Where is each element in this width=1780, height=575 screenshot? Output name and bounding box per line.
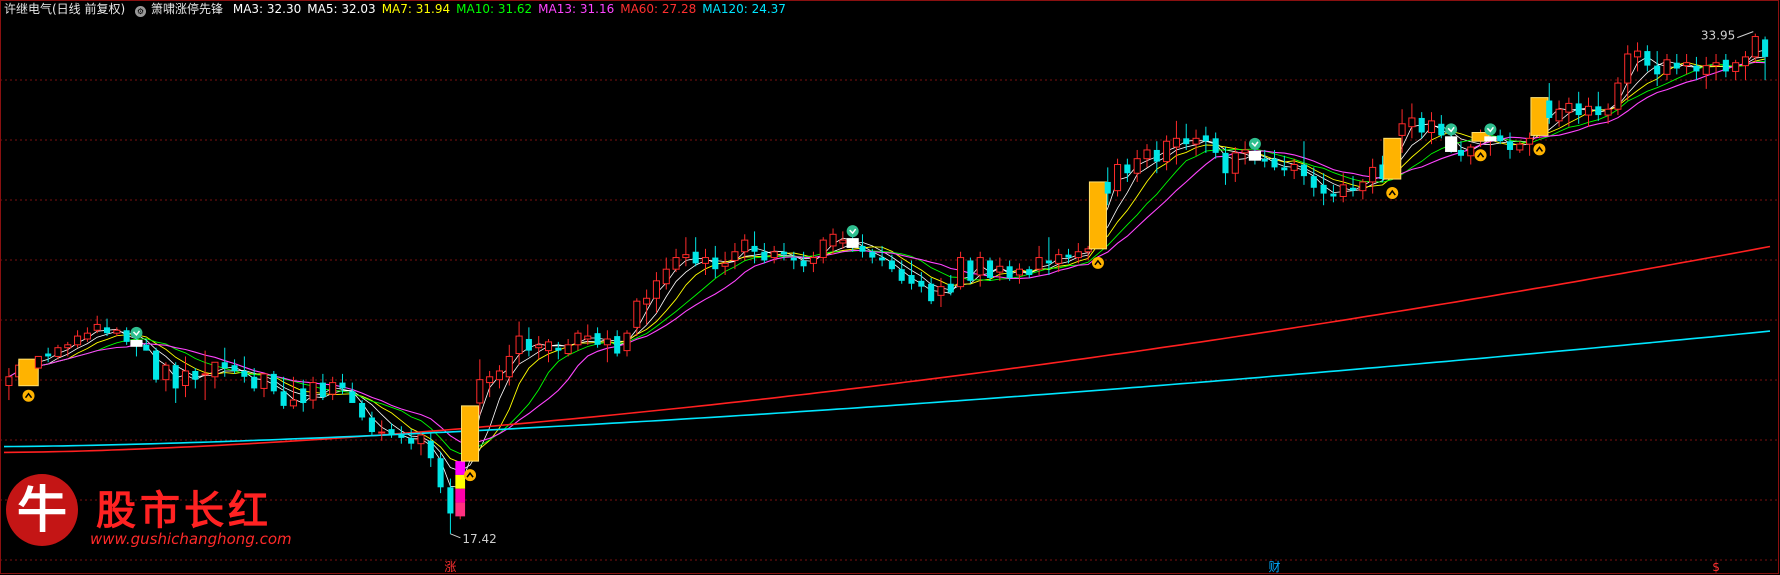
chart-window: 33.95 17.42 涨财 $ 许继电气(日线 前复权) ⚙ 箫啸涨停先锋 MA3: …	[0, 0, 1780, 575]
chart-border	[0, 0, 1779, 574]
